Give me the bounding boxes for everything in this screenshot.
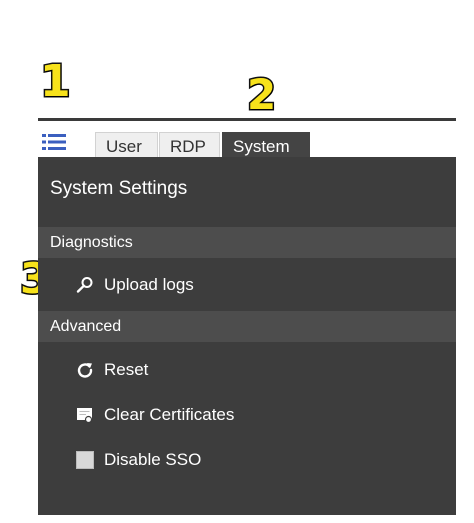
tab-user[interactable]: User [95, 132, 158, 159]
refresh-icon [74, 359, 96, 381]
callout-number-2: 2 [245, 70, 277, 119]
section-header-advanced: Advanced [38, 311, 456, 342]
section-title: Diagnostics [50, 234, 133, 251]
tab-system[interactable]: System [222, 132, 310, 159]
disable-sso-toggle[interactable]: Disable SSO [74, 447, 201, 473]
tab-strip: User RDP System [38, 121, 456, 159]
disable-sso-checkbox[interactable] [76, 451, 94, 469]
section-title: Advanced [50, 318, 122, 335]
clear-certificates-button[interactable]: Clear Certificates [74, 402, 234, 428]
list-menu-icon [42, 134, 66, 150]
upload-logs-button[interactable]: Upload logs [74, 272, 194, 298]
hamburger-menu-button[interactable] [42, 133, 66, 151]
clear-certificates-label: Clear Certificates [104, 405, 235, 424]
upload-logs-label: Upload logs [104, 275, 194, 294]
search-key-icon [74, 274, 96, 296]
reset-label: Reset [104, 360, 149, 379]
callout-number-1: 1 [39, 56, 73, 107]
reset-button[interactable]: Reset [74, 357, 148, 383]
panel-title: System Settings [50, 178, 188, 199]
disable-sso-label: Disable SSO [104, 450, 202, 469]
tab-rdp[interactable]: RDP [159, 132, 220, 159]
certificate-icon [74, 404, 96, 426]
system-settings-panel: System Settings Diagnostics Upload logs … [38, 159, 456, 515]
checkbox-icon [74, 449, 96, 471]
section-header-diagnostics: Diagnostics [38, 227, 456, 258]
